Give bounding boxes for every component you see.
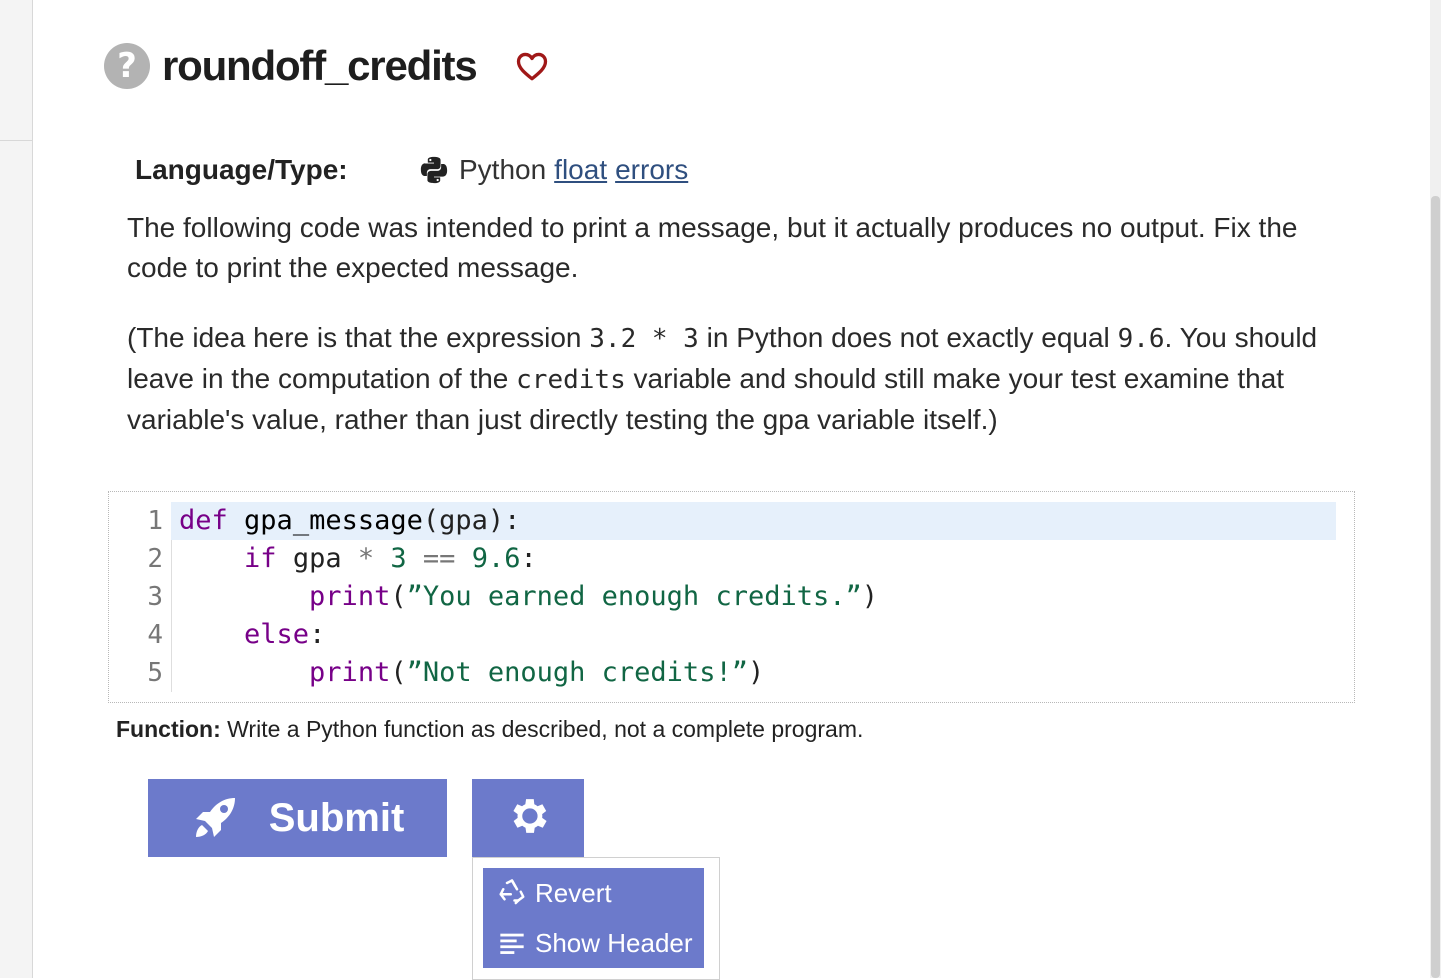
settings-dropdown: Revert Show Header: [472, 857, 720, 980]
line-number: 3: [147, 582, 163, 612]
line-number: 5: [147, 658, 163, 688]
left-sidebar-strip: [0, 0, 33, 978]
code-lines[interactable]: def gpa_message(gpa): if gpa * 3 == 9.6:…: [171, 502, 1336, 692]
settings-button[interactable]: [472, 779, 584, 857]
line-number-gutter: 1 2 3 4 5: [109, 502, 172, 692]
align-left-icon: [497, 928, 527, 958]
language-value: Python: [459, 154, 547, 185]
function-note-text: Write a Python function as described, no…: [220, 716, 864, 742]
scrollbar[interactable]: [1430, 0, 1441, 978]
rocket-icon: [191, 794, 239, 842]
tag-float[interactable]: float: [554, 154, 607, 186]
line-number: 2: [147, 544, 163, 574]
heart-outline-icon[interactable]: [514, 48, 550, 84]
code-editor[interactable]: 1 2 3 4 5 def gpa_message(gpa): if gpa *…: [108, 491, 1355, 703]
language-type-row: Language/Type: Python float errors: [135, 150, 688, 190]
description-paragraph-1: The following code was intended to print…: [127, 212, 1298, 283]
show-header-label: Show Header: [535, 927, 693, 958]
description-paragraph-2: (The idea here is that the expression 3.…: [127, 322, 1318, 435]
tag-errors[interactable]: errors: [615, 154, 688, 186]
code-line-1[interactable]: def gpa_message(gpa):: [171, 502, 1336, 540]
line-number: 4: [147, 620, 163, 650]
question-circle-icon[interactable]: ?: [104, 43, 150, 89]
code-line-2[interactable]: if gpa * 3 == 9.6:: [171, 540, 1336, 578]
menu-item-show-header[interactable]: Show Header: [483, 918, 704, 968]
submit-label: Submit: [268, 795, 405, 840]
python-icon: [419, 155, 449, 185]
line-number: 1: [147, 506, 163, 536]
settings-menu-list: Revert Show Header: [483, 868, 704, 968]
submit-button[interactable]: Submit: [148, 779, 447, 857]
recycle-icon: [497, 878, 527, 908]
problem-title: roundoff_credits: [162, 42, 478, 89]
language-type-label: Language/Type:: [135, 154, 348, 185]
function-note-label: Function:: [116, 716, 221, 742]
code-line-4[interactable]: else:: [171, 616, 1336, 654]
problem-header: ? roundoff_credits: [104, 38, 550, 94]
sidebar-divider: [0, 140, 32, 141]
problem-description: The following code was intended to print…: [127, 208, 1327, 470]
function-note: Function: Write a Python function as des…: [116, 716, 863, 743]
code-line-5[interactable]: print(”Not enough credits!”): [171, 654, 1336, 692]
code-line-3[interactable]: print(”You earned enough credits.”): [171, 578, 1336, 616]
scrollbar-thumb[interactable]: [1431, 196, 1440, 978]
menu-item-revert[interactable]: Revert: [483, 868, 704, 918]
gear-icon: [505, 793, 551, 843]
revert-label: Revert: [535, 877, 612, 908]
